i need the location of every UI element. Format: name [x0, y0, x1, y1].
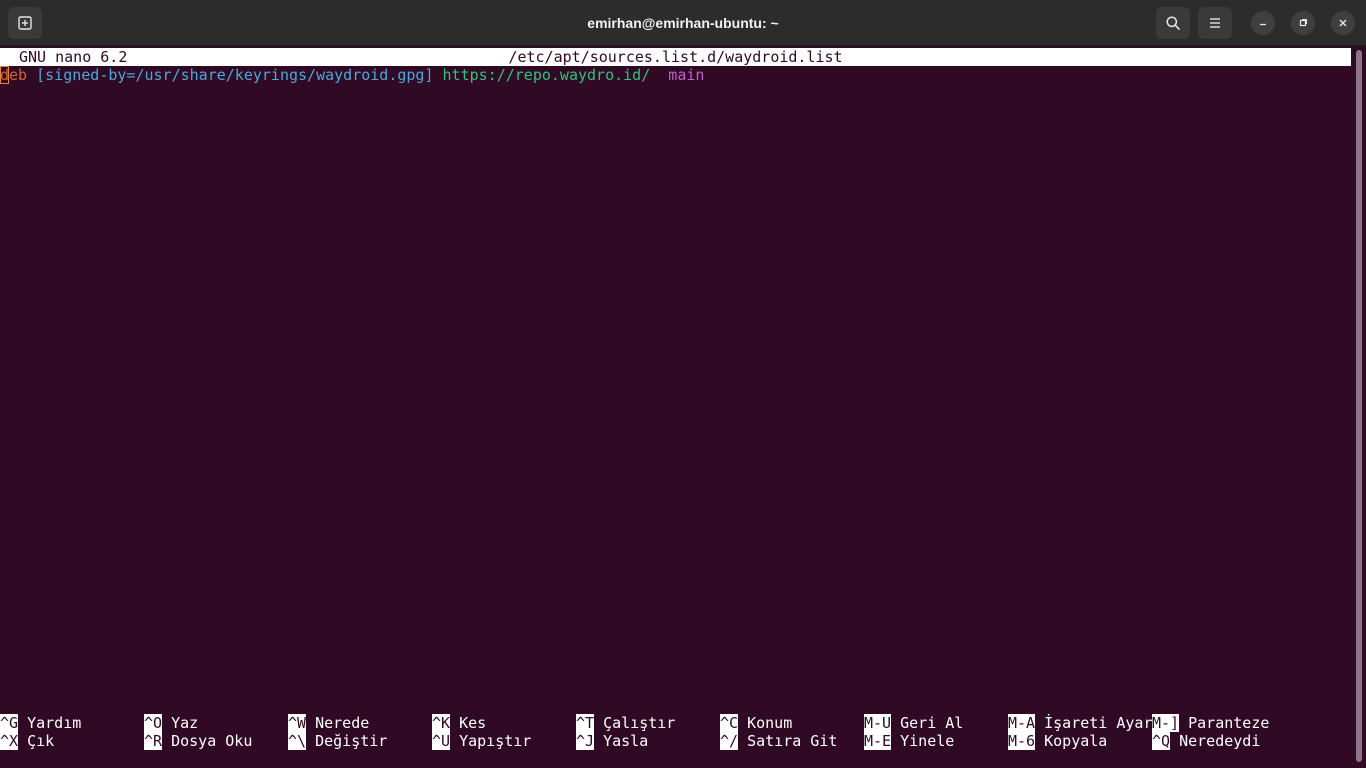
shortcut-to-bracket[interactable]: M-] Paranteze	[1152, 714, 1269, 732]
minimize-icon	[1258, 18, 1268, 28]
line-keyword: eb	[9, 66, 28, 84]
shortcut-key: ^\	[288, 732, 307, 750]
shortcut-label: Çık	[27, 732, 55, 750]
text-cursor: d	[0, 66, 10, 84]
search-button[interactable]	[1156, 7, 1190, 39]
shortcut-help[interactable]: ^G Yardım	[0, 714, 81, 732]
shortcut-label: Paranteze	[1188, 714, 1270, 732]
shortcut-key: M-]	[1152, 714, 1180, 732]
shortcut-key: ^T	[576, 714, 595, 732]
shortcut-label: Yardım	[27, 714, 82, 732]
shortcut-label: Yasla	[603, 732, 649, 750]
minimize-button[interactable]	[1251, 11, 1275, 35]
shortcut-write[interactable]: ^O Yaz	[144, 714, 198, 732]
shortcut-key: M-A	[1008, 714, 1036, 732]
shortcut-label: Yaz	[171, 714, 199, 732]
shortcut-execute[interactable]: ^T Çalıştır	[576, 714, 675, 732]
shortcut-key: ^C	[720, 714, 739, 732]
line-component: main	[668, 66, 705, 84]
shortcut-label: Çalıştır	[603, 714, 676, 732]
shortcut-label: Yapıştır	[459, 732, 532, 750]
close-button[interactable]	[1331, 11, 1355, 35]
new-tab-icon	[17, 15, 33, 31]
shortcut-key: ^U	[432, 732, 451, 750]
shortcut-label: Dosya Oku	[171, 732, 253, 750]
shortcut-label: İşareti Ayar	[1044, 714, 1153, 732]
shortcut-label: Kopyala	[1044, 732, 1108, 750]
shortcut-key: ^W	[288, 714, 307, 732]
menu-button[interactable]	[1198, 7, 1232, 39]
shortcut-key: M-U	[864, 714, 892, 732]
shortcut-exit[interactable]: ^X Çık	[0, 732, 54, 750]
shortcut-undo[interactable]: M-U Geri Al	[864, 714, 963, 732]
line-options: [signed-by=/usr/share/keyrings/waydroid.…	[36, 66, 434, 84]
header-bar: emirhan@emirhan-ubuntu: ~	[0, 0, 1366, 46]
shortcut-label: Satıra Git	[747, 732, 838, 750]
shortcut-justify[interactable]: ^J Yasla	[576, 732, 648, 750]
shortcut-location[interactable]: ^C Konum	[720, 714, 792, 732]
shortcut-where-is[interactable]: ^W Nerede	[288, 714, 369, 732]
shortcut-key: ^X	[0, 732, 19, 750]
nano-filename: /etc/apt/sources.list.d/waydroid.list	[508, 48, 843, 66]
hamburger-menu-icon	[1208, 16, 1222, 30]
shortcut-set-mark[interactable]: M-A İşareti Ayar	[1008, 714, 1153, 732]
editor-line-1[interactable]: deb [signed-by=/usr/share/keyrings/waydr…	[0, 66, 704, 84]
shortcut-key: ^Q	[1152, 732, 1171, 750]
search-icon	[1165, 15, 1181, 31]
shortcut-key: ^J	[576, 732, 595, 750]
shortcut-key: ^G	[0, 714, 19, 732]
shortcut-key: ^/	[720, 732, 739, 750]
shortcut-redo[interactable]: M-E Yinele	[864, 732, 954, 750]
shortcut-label: Değiştir	[315, 732, 388, 750]
shortcut-cut[interactable]: ^K Kes	[432, 714, 486, 732]
shortcut-copy[interactable]: M-6 Kopyala	[1008, 732, 1107, 750]
shortcut-read-file[interactable]: ^R Dosya Oku	[144, 732, 252, 750]
shortcut-label: Neredeydi	[1179, 732, 1261, 750]
shortcut-label: Geri Al	[900, 714, 964, 732]
vertical-scrollbar[interactable]	[1356, 50, 1362, 762]
shortcut-where-was[interactable]: ^Q Neredeydi	[1152, 732, 1260, 750]
shortcut-go-to-line[interactable]: ^/ Satıra Git	[720, 732, 837, 750]
new-tab-button[interactable]	[8, 7, 42, 39]
shortcut-label: Yinele	[900, 732, 955, 750]
shortcut-key: ^R	[144, 732, 163, 750]
maximize-icon	[1298, 18, 1308, 28]
shortcut-label: Nerede	[315, 714, 370, 732]
shortcut-paste[interactable]: ^U Yapıştır	[432, 732, 531, 750]
shortcut-label: Kes	[459, 714, 487, 732]
nano-version: GNU nano 6.2	[19, 48, 128, 66]
shortcut-label: Konum	[747, 714, 793, 732]
shortcut-key: ^O	[144, 714, 163, 732]
nano-title-bar: /etc/apt/sources.list.d/waydroid.list GN…	[0, 48, 1351, 66]
shortcut-key: ^K	[432, 714, 451, 732]
shortcut-key: M-E	[864, 732, 892, 750]
maximize-button[interactable]	[1291, 11, 1315, 35]
shortcut-replace[interactable]: ^\ Değiştir	[288, 732, 387, 750]
line-url: https://repo.waydro.id/	[442, 66, 651, 84]
terminal-window: emirhan@emirhan-ubuntu: ~ /etc/apt/sourc…	[0, 0, 1366, 768]
close-icon	[1338, 18, 1348, 28]
terminal-content[interactable]: /etc/apt/sources.list.d/waydroid.list GN…	[0, 48, 1352, 768]
shortcut-key: M-6	[1008, 732, 1036, 750]
